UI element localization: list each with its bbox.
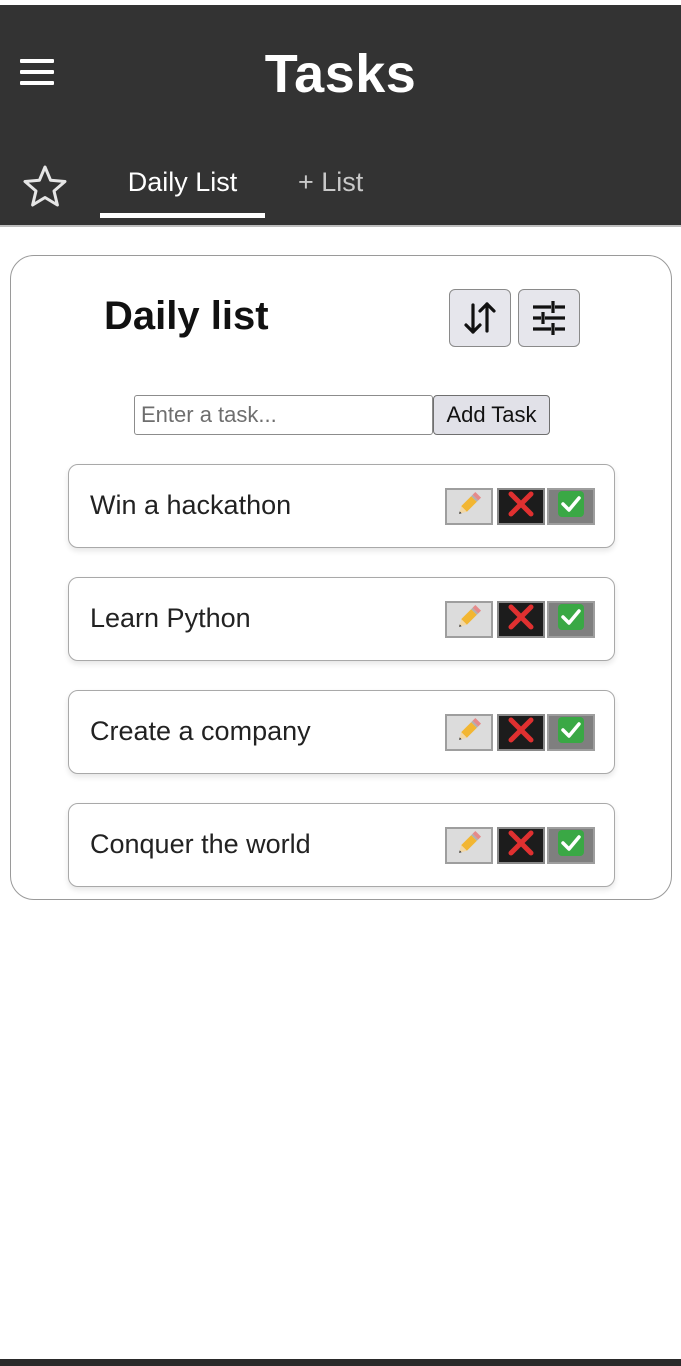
filter-icon	[533, 301, 565, 335]
app-title: Tasks	[264, 44, 417, 104]
complete-task-button[interactable]	[547, 488, 595, 525]
tab-daily-list[interactable]: Daily List	[100, 167, 265, 198]
check-icon	[557, 829, 585, 862]
cross-icon	[506, 489, 536, 524]
complete-task-button[interactable]	[547, 827, 595, 864]
cross-icon	[506, 828, 536, 863]
cross-icon	[506, 602, 536, 637]
edit-task-button[interactable]	[445, 601, 493, 638]
pencil-icon	[454, 828, 484, 863]
active-tab-indicator	[100, 213, 265, 218]
delete-task-button[interactable]	[497, 827, 545, 864]
list-title: Daily list	[104, 294, 269, 338]
task-item: Conquer the world	[68, 803, 615, 887]
task-input[interactable]	[134, 395, 433, 435]
tab-add-list[interactable]: + List	[298, 167, 363, 198]
task-text: Create a company	[90, 716, 311, 746]
check-icon	[557, 603, 585, 636]
check-icon	[557, 490, 585, 523]
delete-task-button[interactable]	[497, 488, 545, 525]
task-item: Create a company	[68, 690, 615, 774]
sort-button[interactable]	[449, 289, 511, 347]
task-text: Win a hackathon	[90, 490, 292, 520]
task-text: Conquer the world	[90, 829, 311, 859]
pencil-icon	[454, 602, 484, 637]
complete-task-button[interactable]	[547, 601, 595, 638]
add-task-button[interactable]: Add Task	[433, 395, 550, 435]
check-icon	[557, 716, 585, 749]
complete-task-button[interactable]	[547, 714, 595, 751]
task-text: Learn Python	[90, 603, 251, 633]
star-icon[interactable]	[22, 163, 68, 209]
pencil-icon	[454, 715, 484, 750]
app-bar-divider	[0, 225, 681, 227]
edit-task-button[interactable]	[445, 714, 493, 751]
app-bar: Tasks Daily List + List	[0, 5, 681, 225]
task-item: Learn Python	[68, 577, 615, 661]
delete-task-button[interactable]	[497, 714, 545, 751]
delete-task-button[interactable]	[497, 601, 545, 638]
cross-icon	[506, 715, 536, 750]
edit-task-button[interactable]	[445, 488, 493, 525]
filter-button[interactable]	[518, 289, 580, 347]
nav-bar-strip	[0, 1359, 681, 1366]
sort-icon	[464, 302, 496, 334]
pencil-icon	[454, 489, 484, 524]
task-item: Win a hackathon	[68, 464, 615, 548]
edit-task-button[interactable]	[445, 827, 493, 864]
